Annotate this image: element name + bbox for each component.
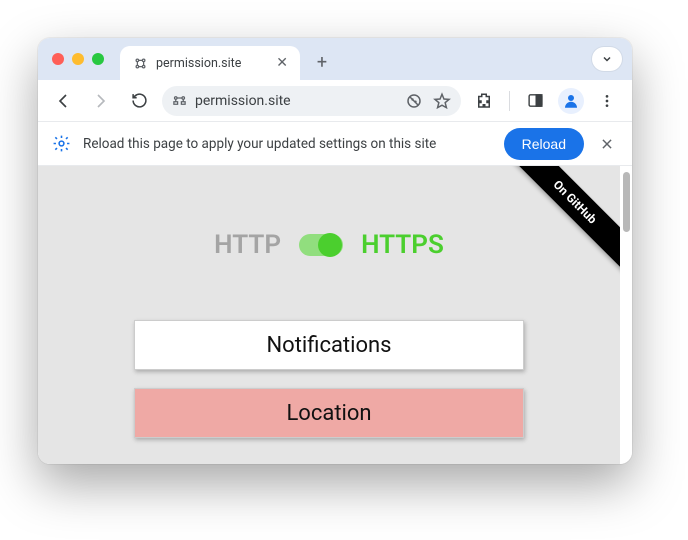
close-window-button[interactable] [52,53,64,65]
window-controls [48,53,104,65]
extensions-icon[interactable] [469,86,499,116]
info-bar-close-icon[interactable] [596,133,618,155]
menu-icon[interactable] [592,86,622,116]
cookie-blocked-icon[interactable] [405,92,423,110]
address-bar[interactable]: permission.site [162,86,461,116]
protocol-toggle-row: HTTP HTTPS [214,230,444,260]
toggle-knob [318,233,342,257]
browser-tab[interactable]: permission.site ✕ [120,46,300,80]
page-content: On GitHub HTTP HTTPS Notifications Locat… [38,166,620,464]
info-bar-message: Reload this page to apply your updated s… [83,136,492,152]
http-label[interactable]: HTTP [214,230,281,260]
https-label[interactable]: HTTPS [361,230,444,260]
profile-avatar[interactable] [558,88,584,114]
protocol-toggle[interactable] [299,234,343,256]
new-tab-button[interactable]: + [308,48,336,76]
settings-gear-icon [52,134,71,153]
side-panel-icon[interactable] [520,86,550,116]
tab-overflow-button[interactable] [592,47,622,71]
site-info-icon[interactable] [172,93,187,108]
github-ribbon[interactable]: On GitHub [498,166,620,279]
notifications-button[interactable]: Notifications [134,320,524,370]
info-bar-reload-button[interactable]: Reload [504,128,584,160]
browser-window: permission.site ✕ + permission.sit [38,38,632,464]
back-button[interactable] [48,86,78,116]
tab-title: permission.site [156,56,268,71]
info-bar: Reload this page to apply your updated s… [38,122,632,166]
vertical-scrollbar[interactable] [623,172,630,232]
page-viewport: On GitHub HTTP HTTPS Notifications Locat… [38,166,632,464]
bookmark-icon[interactable] [433,92,451,110]
toolbar: permission.site [38,80,632,122]
location-button[interactable]: Location [134,388,524,438]
maximize-window-button[interactable] [92,53,104,65]
reload-button[interactable] [124,86,154,116]
url-text: permission.site [195,93,397,109]
permission-buttons: Notifications Location [134,320,524,438]
tab-close-icon[interactable]: ✕ [276,56,288,70]
toolbar-divider [509,91,510,111]
tab-favicon-icon [132,55,148,71]
minimize-window-button[interactable] [72,53,84,65]
forward-button[interactable] [86,86,116,116]
tab-strip: permission.site ✕ + [38,38,632,80]
